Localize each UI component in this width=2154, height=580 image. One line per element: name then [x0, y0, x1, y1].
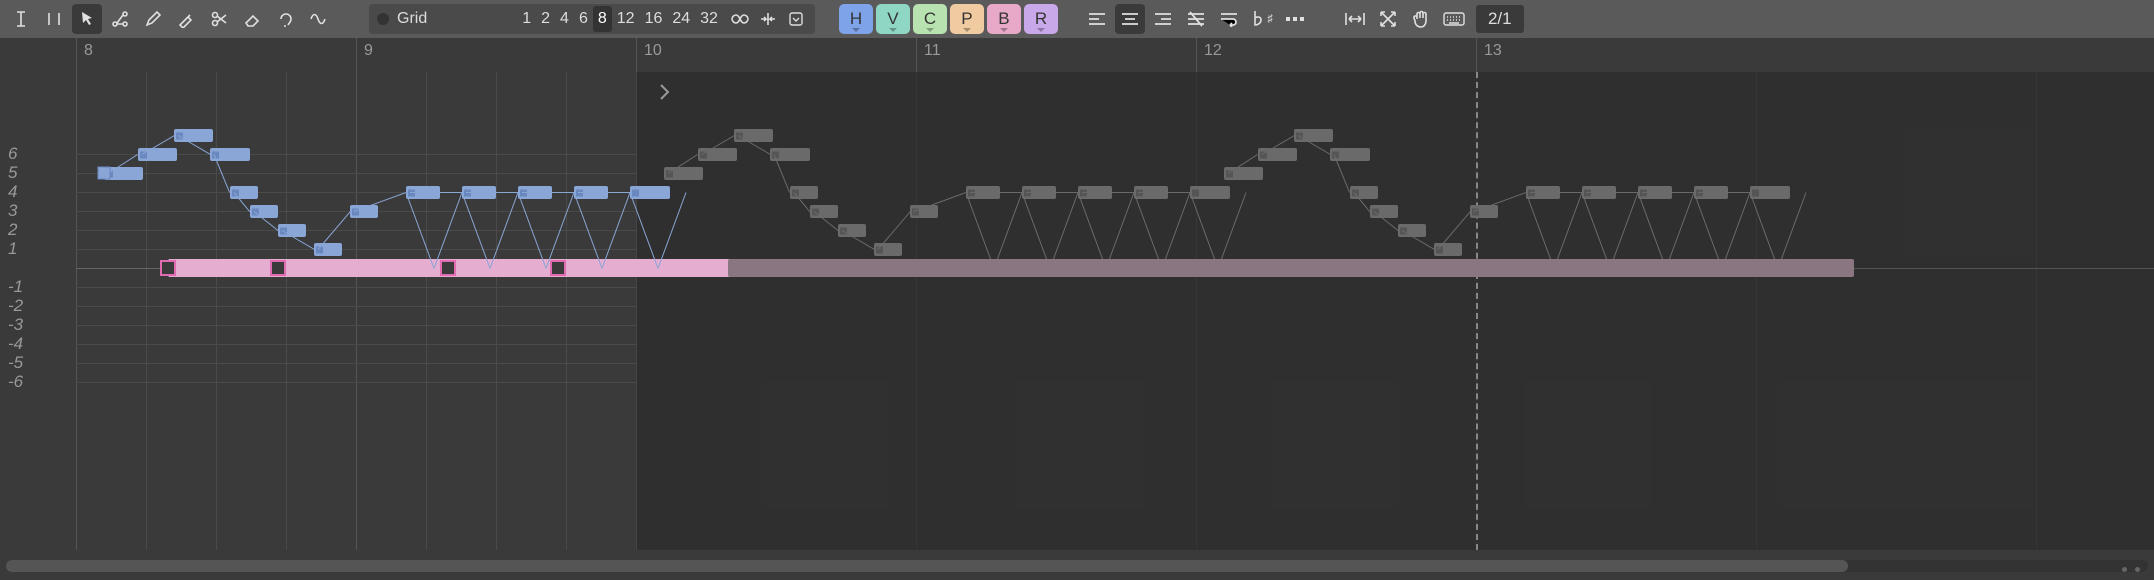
snap-dropdown-icon[interactable]: [785, 6, 807, 32]
note-link: [522, 192, 574, 193]
note[interactable]: [630, 186, 669, 199]
note: [1750, 186, 1789, 199]
gutter-row-label: 3: [8, 201, 17, 221]
note-link: [1530, 192, 1582, 193]
note-link: [970, 192, 1022, 193]
tool-ibeam[interactable]: [6, 4, 36, 34]
note-link: [1586, 192, 1638, 193]
snap-div-12[interactable]: 12: [612, 6, 640, 32]
timeline-label: 12: [1204, 42, 1222, 60]
snap-collapse-icon[interactable]: [757, 6, 779, 32]
timeline-label: 13: [1484, 42, 1502, 60]
colormode-p[interactable]: P: [950, 4, 984, 34]
tool-draw[interactable]: [138, 4, 168, 34]
tool-cut[interactable]: [204, 4, 234, 34]
note-link: [1026, 192, 1078, 193]
note-lanes[interactable]: [76, 72, 2154, 550]
phrase-marker[interactable]: [440, 260, 456, 276]
timeline-label: 10: [644, 42, 662, 60]
tool-multi-draw[interactable]: [171, 4, 201, 34]
stretch-xy-icon[interactable]: [1373, 4, 1403, 34]
timeline-label: 8: [84, 42, 93, 60]
snap-div-24[interactable]: 24: [667, 6, 695, 32]
note-link: [1642, 192, 1694, 193]
snap-div-2[interactable]: 2: [536, 6, 555, 32]
gutter-row-label: 6: [8, 144, 17, 164]
dots-icon[interactable]: [1280, 4, 1310, 34]
note: [664, 167, 703, 180]
align-center-icon[interactable]: [1115, 4, 1145, 34]
snap-div-16[interactable]: 16: [640, 6, 668, 32]
snap-label[interactable]: Grid: [397, 10, 427, 28]
tuplet-field[interactable]: 2/1: [1476, 5, 1524, 33]
phrase-bar[interactable]: [728, 259, 1294, 277]
snap-infinity-icon[interactable]: [729, 6, 751, 32]
tool-curve[interactable]: [303, 4, 333, 34]
snap-div-6[interactable]: 6: [574, 6, 593, 32]
timeline-label: 9: [364, 42, 373, 60]
note-link: [410, 192, 462, 193]
gutter-row-label: -1: [8, 277, 23, 297]
note: [1258, 148, 1297, 161]
tool-erase[interactable]: [237, 4, 267, 34]
inactive-region: [636, 72, 2154, 550]
note-link: [466, 192, 518, 193]
note-link: [1698, 192, 1750, 193]
toolbar: Grid 1 2 4 6 8 12 16 24 32: [0, 0, 2154, 38]
note[interactable]: [138, 148, 177, 161]
colormode-v[interactable]: V: [876, 4, 910, 34]
gutter-row-label: -3: [8, 315, 23, 335]
timeline-ruler[interactable]: 8 9 10 11 12 13: [76, 38, 2154, 72]
note: [1190, 186, 1229, 199]
snap-mode-group: Grid 1 2 4 6 8 12 16 24 32: [369, 4, 815, 34]
gutter-row-label: 2: [8, 220, 17, 240]
gutter-row-label: -5: [8, 353, 23, 373]
colormode-r[interactable]: R: [1024, 4, 1058, 34]
h-scrollbar-thumb[interactable]: [6, 560, 1848, 572]
tool-range[interactable]: [39, 4, 69, 34]
status-dots: [2122, 567, 2140, 572]
phrase-marker[interactable]: [160, 260, 176, 276]
pitch-gutter: 654321 -1-2-3-4-5-6: [0, 38, 76, 580]
snap-div-8[interactable]: 8: [593, 6, 612, 32]
stretch-h-icon[interactable]: [1340, 4, 1370, 34]
wrap-icon[interactable]: [1214, 4, 1244, 34]
phrase-marker[interactable]: [550, 260, 566, 276]
note-link: [1138, 192, 1190, 193]
note-anchor[interactable]: [98, 167, 111, 180]
gutter-row-label: 4: [8, 182, 17, 202]
phrase-marker[interactable]: [270, 260, 286, 276]
keyboard-icon[interactable]: [1439, 4, 1469, 34]
colormode-b[interactable]: B: [987, 4, 1021, 34]
note: [698, 148, 737, 161]
snap-div-32[interactable]: 32: [695, 6, 723, 32]
gutter-row-label: -4: [8, 334, 23, 354]
phrase-bar[interactable]: [1288, 259, 1854, 277]
tool-pointer[interactable]: [72, 4, 102, 34]
snap-div-4[interactable]: 4: [555, 6, 574, 32]
timeline-label: 11: [924, 42, 941, 60]
editor-area: 654321 -1-2-3-4-5-6 8 9 10 11 12 13: [0, 38, 2154, 580]
h-scrollbar[interactable]: [6, 560, 2148, 572]
gutter-row-label: -6: [8, 372, 23, 392]
note-link: [1082, 192, 1134, 193]
gutter-row-label: 1: [8, 239, 17, 259]
colormode-h[interactable]: H: [839, 4, 873, 34]
align-right-icon[interactable]: [1148, 4, 1178, 34]
align-left-icon[interactable]: [1082, 4, 1112, 34]
note: [1224, 167, 1263, 180]
gutter-row-label: 5: [8, 163, 17, 183]
tool-listen[interactable]: [270, 4, 300, 34]
colormode-c[interactable]: C: [913, 4, 947, 34]
hand-icon[interactable]: [1406, 4, 1436, 34]
strike-icon[interactable]: [1181, 4, 1211, 34]
tool-connect[interactable]: [105, 4, 135, 34]
flat-icon[interactable]: ♯: [1247, 4, 1277, 34]
note-link: [354, 192, 406, 212]
playhead[interactable]: [1476, 72, 1478, 550]
snap-div-1[interactable]: 1: [517, 6, 536, 32]
gutter-row-label: -2: [8, 296, 23, 316]
note-link: [578, 192, 630, 193]
snap-status-dot: [377, 13, 389, 25]
